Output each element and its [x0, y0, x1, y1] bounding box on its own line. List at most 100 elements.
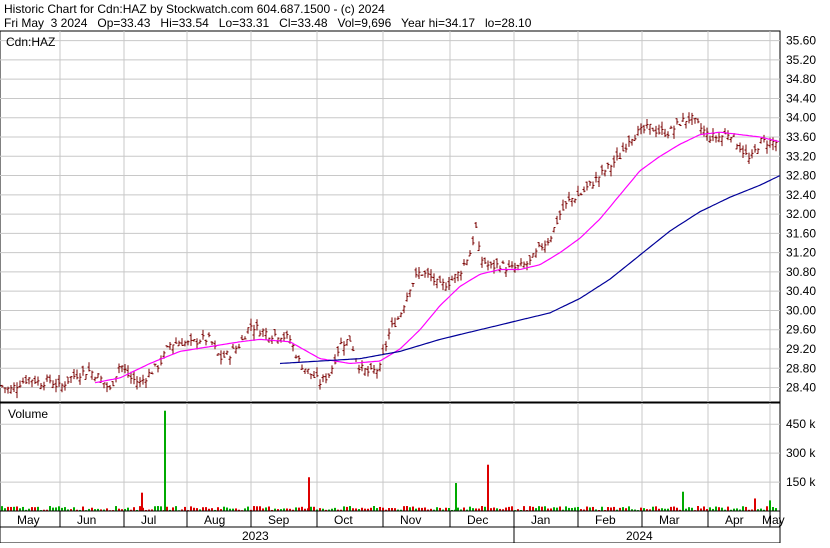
price-tick-label: 30.00: [786, 303, 816, 317]
volume-bar-spike: [487, 464, 489, 511]
month-label: Apr: [725, 513, 744, 527]
volume-bar: [652, 506, 654, 511]
month-label: Feb: [595, 513, 616, 527]
volume-bar: [688, 507, 690, 511]
volume-bar: [37, 506, 39, 511]
year-axis: [0, 526, 781, 544]
price-tick-label: 28.40: [786, 381, 816, 395]
volume-bar: [58, 506, 60, 511]
price-tick-label: 31.20: [786, 246, 816, 260]
price-tick-label: 33.60: [786, 130, 816, 144]
volume-bar: [349, 506, 351, 511]
volume-bar: [379, 506, 381, 511]
volume-tick-label: 300 k: [786, 446, 816, 460]
volume-bar: [592, 506, 594, 511]
volume-bar: [463, 507, 465, 511]
volume-bar: [22, 506, 24, 511]
volume-bar: [160, 506, 162, 511]
month-label: Mar: [659, 513, 680, 527]
price-tick-label: 30.80: [786, 265, 816, 279]
volume-bar: [628, 506, 630, 511]
volume-bar: [403, 506, 405, 511]
volume-bar: [205, 507, 207, 511]
volume-bar: [484, 506, 486, 511]
price-tick-label: 29.60: [786, 323, 816, 337]
volume-bar: [7, 506, 9, 511]
volume-bar: [424, 507, 426, 511]
volume-bar: [544, 506, 546, 511]
volume-bar: [655, 506, 657, 511]
volume-bar: [697, 505, 699, 511]
volume-bar: [718, 507, 720, 511]
volume-bar: [709, 507, 711, 511]
volume-bar: [577, 506, 579, 511]
volume-bar: [172, 507, 174, 511]
volume-bar: [13, 506, 15, 511]
volume-bar: [565, 506, 567, 511]
volume-bar: [373, 506, 375, 511]
price-tick-label: 29.20: [786, 342, 816, 356]
year-label: 2023: [242, 529, 269, 543]
volume-bar: [586, 506, 588, 511]
volume-bar: [157, 506, 159, 511]
volume-bar: [310, 506, 312, 511]
stock-chart: Historic Chart for Cdn:HAZ by Stockwatch…: [0, 2, 816, 544]
volume-bar: [73, 507, 75, 511]
price-tick-label: 35.60: [786, 34, 816, 48]
volume-bar: [256, 506, 258, 511]
volume-bar: [409, 507, 411, 511]
volume-bar: [133, 507, 135, 511]
header-line2: Fri May 3 2024 Op=33.43 Hi=33.54 Lo=33.3…: [4, 16, 532, 30]
volume-bar: [532, 506, 534, 511]
volume-panel-title: Volume: [8, 407, 48, 421]
price-tick-label: 32.80: [786, 169, 816, 183]
volume-bar-spike: [164, 410, 166, 511]
month-label: May: [17, 513, 40, 527]
month-label: Sep: [268, 513, 290, 527]
volume-bar: [406, 506, 408, 511]
volume-bar-spike: [682, 491, 684, 511]
volume-bar: [166, 506, 168, 511]
volume-bar: [175, 506, 177, 511]
volume-bar: [202, 507, 204, 511]
volume-bar: [772, 507, 774, 511]
volume-bar: [217, 507, 219, 511]
price-y-axis: 28.40 28.80 29.20 29.60 30.00 30.40 30.80 31.20…: [786, 34, 816, 395]
month-label: Jan: [531, 513, 550, 527]
month-label: Jun: [77, 513, 96, 527]
volume-bar: [766, 506, 768, 511]
volume-bar: [529, 506, 531, 511]
chart-container: Historic Chart for Cdn:HAZ by Stockwatch…: [0, 0, 830, 544]
volume-bar: [10, 506, 12, 511]
header-line1: Historic Chart for Cdn:HAZ by Stockwatch…: [4, 2, 385, 16]
price-tick-label: 31.60: [786, 226, 816, 240]
month-label: Nov: [400, 513, 421, 527]
price-tick-label: 33.20: [786, 149, 816, 163]
volume-bar: [298, 507, 300, 511]
volume-bar: [541, 506, 543, 511]
volume-bar: [265, 507, 267, 511]
volume-bar: [469, 506, 471, 511]
volume-bar: [268, 506, 270, 511]
price-tick-label: 30.40: [786, 284, 816, 298]
volume-bar: [742, 506, 744, 511]
volume-bar: [610, 507, 612, 511]
volume-bar: [259, 506, 261, 511]
volume-bar: [703, 506, 705, 511]
volume-bar: [523, 506, 525, 511]
month-label: Dec: [467, 513, 488, 527]
volume-bar: [190, 506, 192, 511]
volume-bar: [538, 506, 540, 511]
volume-bar: [253, 506, 255, 511]
volume-bar: [436, 507, 438, 511]
month-label: May: [762, 513, 785, 527]
volume-bar: [481, 506, 483, 511]
volume-bar: [154, 506, 156, 511]
volume-bar: [343, 506, 345, 511]
volume-bar: [247, 506, 249, 511]
month-label: Aug: [204, 513, 225, 527]
volume-bar: [184, 506, 186, 511]
volume-bar: [64, 507, 66, 511]
volume-bar: [16, 506, 18, 511]
volume-bar: [601, 506, 603, 511]
